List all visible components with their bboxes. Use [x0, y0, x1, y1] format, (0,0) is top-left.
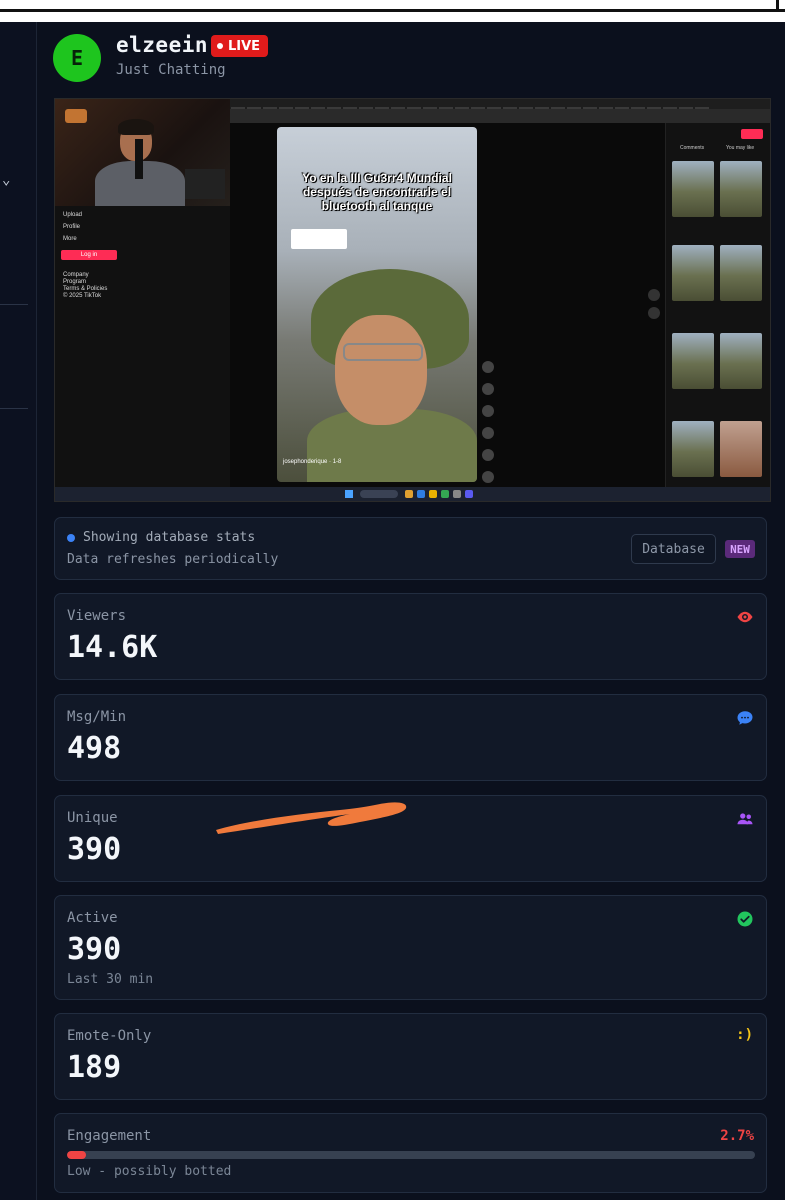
sidebar-upload: Upload [63, 212, 83, 218]
stream-preview[interactable]: Upload Profile More Log in Company Progr… [54, 98, 771, 502]
channel-name[interactable]: elzeein [116, 33, 208, 57]
eye-icon [737, 611, 753, 623]
active-card: Active 390 Last 30 min [54, 895, 767, 1000]
viewers-value: 14.6K [67, 630, 158, 665]
chat-bubble-icon [737, 711, 753, 725]
active-subtext: Last 30 min [67, 972, 154, 987]
emote-only-value: 189 [67, 1050, 122, 1085]
stream-category[interactable]: Just Chatting [116, 62, 226, 78]
footer-link: © 2025 TikTok [63, 293, 102, 299]
active-value: 390 [67, 932, 122, 967]
engagement-subtext: Low - possibly botted [67, 1164, 232, 1179]
engagement-progress-bar [67, 1151, 755, 1159]
windows-taskbar [55, 487, 770, 501]
tiktok-right-panel: Comments You may like [665, 123, 770, 487]
browser-tabs [230, 99, 770, 112]
status-line: Showing database stats [67, 530, 255, 545]
footer-link: Company [63, 272, 89, 278]
tab-comments: Comments [680, 145, 705, 151]
users-icon [737, 813, 753, 825]
smiley-icon: :) [736, 1027, 753, 1043]
database-info-panel: Showing database stats Data refreshes pe… [54, 517, 767, 580]
engagement-card: Engagement 2.7% Low - possibly botted [54, 1113, 767, 1193]
engagement-progress-fill [67, 1151, 86, 1159]
status-dot-icon [67, 533, 75, 542]
video-caption: Yo en la III Gu3rr4 Mundial después de e… [302, 171, 452, 213]
video-nav-buttons [648, 289, 660, 325]
video-author: josephonderique · 1-8 [283, 459, 342, 465]
redaction-scribble [216, 802, 407, 834]
tiktok-login-button: Log in [61, 250, 117, 260]
engagement-label: Engagement [67, 1128, 152, 1144]
tab-you-may-like: You may like [726, 145, 755, 151]
chevron-down-icon[interactable]: ⌄ [2, 172, 10, 188]
windows-start-icon [345, 490, 353, 498]
viewers-card: Viewers 14.6K [54, 593, 767, 680]
new-badge: NEW [725, 540, 755, 558]
top-bar-edge [776, 0, 779, 12]
footer-link: Terms & Policies [63, 286, 108, 292]
live-dot-icon [217, 43, 223, 49]
sidebar-divider [0, 304, 28, 305]
unique-label: Unique [67, 810, 118, 826]
unique-value: 390 [67, 832, 122, 867]
tiktok-video: Yo en la III Gu3rr4 Mundial después de e… [277, 127, 477, 482]
msg-min-label: Msg/Min [67, 709, 127, 725]
tiktok-sidebar: Upload Profile More Log in Company Progr… [55, 206, 230, 501]
sidebar-divider [0, 408, 28, 409]
emote-only-card: Emote-Only 189 :) [54, 1013, 767, 1100]
refresh-note: Data refreshes periodically [67, 552, 279, 567]
reply-bubble [291, 229, 347, 249]
sidebar-profile: Profile [63, 224, 81, 230]
video-action-rail [482, 361, 496, 493]
taskbar-search [360, 490, 398, 498]
top-bar-divider [0, 9, 785, 12]
check-circle-icon [737, 911, 753, 927]
live-badge: LIVE [211, 35, 269, 57]
webcam-overlay [55, 99, 230, 211]
viewers-label: Viewers [67, 608, 127, 624]
emote-only-label: Emote-Only [67, 1028, 152, 1044]
messages-per-minute-card: Msg/Min 498 [54, 694, 767, 781]
msg-min-value: 498 [67, 731, 122, 766]
sidebar-more: More [63, 236, 77, 242]
footer-link: Program [63, 279, 87, 285]
browser-top-bar [0, 0, 785, 22]
live-label: LIVE [228, 38, 261, 54]
database-button[interactable]: Database [631, 534, 716, 564]
status-text: Showing database stats [83, 530, 256, 545]
active-label: Active [67, 910, 118, 926]
browser-address-bar [230, 109, 770, 123]
left-sidebar: ⌄ [0, 22, 37, 1200]
engagement-percent: 2.7% [720, 1128, 754, 1144]
avatar[interactable]: E [53, 34, 101, 82]
